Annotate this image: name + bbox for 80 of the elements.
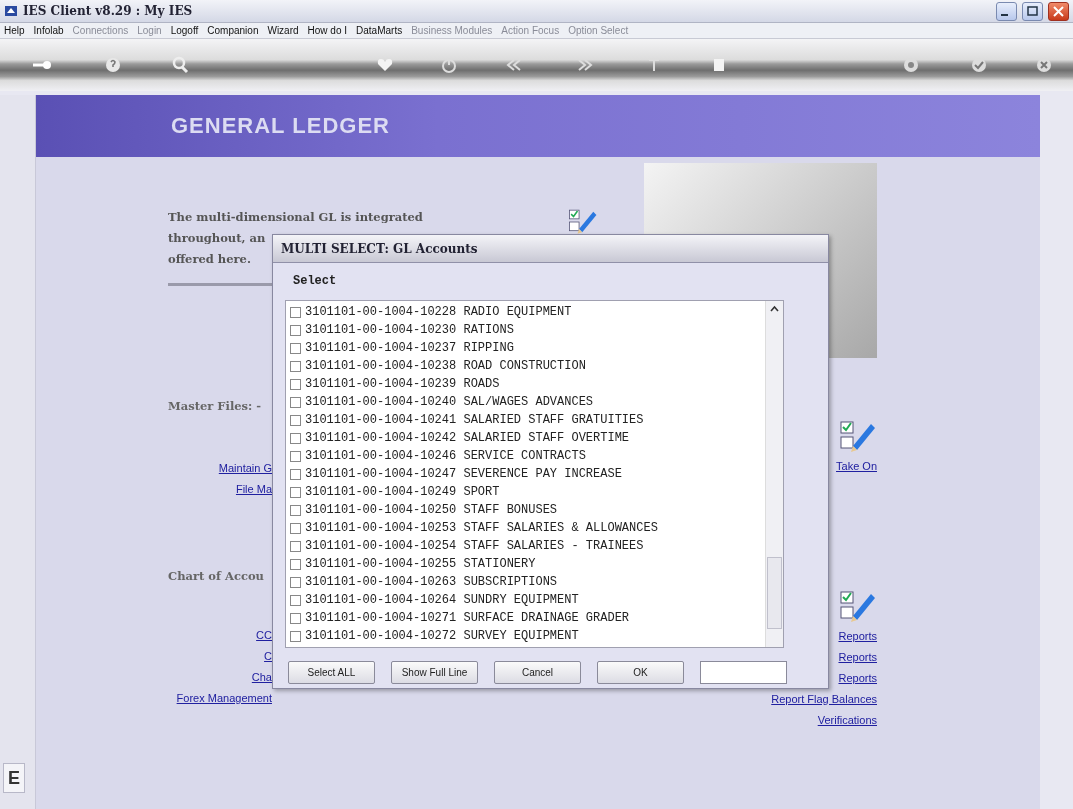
account-entry[interactable]: 3101101-00-1004-10272 SURVEY EQUIPMENT [305, 629, 579, 643]
checkbox[interactable] [290, 306, 301, 318]
input-field[interactable] [700, 661, 787, 684]
app-logo-icon [4, 4, 18, 18]
account-entry[interactable]: 3101101-00-1004-10238 ROAD CONSTRUCTION [305, 359, 586, 373]
account-entry[interactable]: 3101101-00-1004-10250 STAFF BONUSES [305, 503, 558, 517]
scroll-thumb[interactable] [767, 557, 782, 629]
dialog-button[interactable]: OK [597, 661, 684, 684]
page-heading: GENERAL LEDGER [171, 113, 390, 139]
checkbox[interactable] [290, 522, 301, 534]
menu-item[interactable]: Logoff [170, 25, 199, 36]
checkbox[interactable] [290, 324, 301, 336]
section-label: Master Files: - [168, 398, 263, 414]
help-icon[interactable] [103, 55, 123, 75]
account-entry[interactable]: 3101101-00-1004-10228 RADIO EQUIPMENT [305, 305, 572, 319]
dialog-button[interactable]: Select ALL [288, 661, 375, 684]
checkbox[interactable] [290, 378, 301, 390]
search-icon[interactable] [170, 55, 190, 75]
checkbox[interactable] [290, 504, 301, 516]
checkbox[interactable] [290, 486, 301, 498]
account-entry[interactable]: 3101101-00-1004-10240 SAL/WAGES ADVANCES [305, 395, 594, 409]
page-link[interactable]: Reports [838, 647, 877, 668]
page-link[interactable]: Reports [838, 668, 877, 689]
page-link[interactable]: Reports [838, 626, 877, 647]
menu-item[interactable]: DataMarts [356, 25, 403, 36]
menu-item[interactable]: Help [4, 25, 25, 36]
menu-item[interactable]: How do I [307, 25, 348, 36]
account-entry[interactable]: 3101101-00-1004-10263 SUBSCRIPTIONS [305, 575, 558, 589]
window-title: IES Client v8.29 : My IES [23, 4, 193, 18]
checkbox[interactable] [290, 414, 301, 426]
account-entry[interactable]: 3101101-00-1004-10242 SALARIED STAFF OVERTIME [305, 431, 630, 445]
page-link[interactable]: Cha [251, 667, 272, 688]
page-link[interactable]: Take On [836, 456, 877, 477]
minimize-icon[interactable] [996, 1, 1017, 21]
account-entry[interactable]: 3101101-00-1004-10255 STATIONERY [305, 557, 536, 571]
account-entry[interactable]: 3101101-00-1004-10247 SEVERENCE PAY INCREASE [305, 467, 622, 481]
checkbox[interactable] [290, 558, 301, 570]
dialog-button[interactable]: Cancel [494, 661, 581, 684]
account-entry[interactable]: 3101101-00-1004-10246 SERVICE CONTRACTS [305, 449, 586, 463]
checkbox[interactable] [290, 630, 301, 642]
checkbox[interactable] [290, 342, 301, 354]
intro-text-line: The multi-dimensional GL is integrated [168, 209, 423, 226]
account-entry[interactable]: 3101101-00-1004-10239 ROADS [305, 377, 500, 391]
section-label: Chart of Accou [168, 568, 265, 584]
checkbox[interactable] [290, 450, 301, 462]
maximize-icon[interactable] [1022, 1, 1043, 21]
intro-text-line: offered here. [168, 251, 251, 268]
checkbox[interactable] [290, 432, 301, 444]
dialog-button[interactable]: Show Full Line [391, 661, 478, 684]
account-entry[interactable]: 3101101-00-1004-10264 SUNDRY EQUIPMENT [305, 593, 579, 607]
page-link[interactable]: CC [256, 625, 272, 646]
account-entry[interactable]: 3101101-00-1004-10237 RIPPING [305, 341, 514, 355]
account-entry[interactable]: 3101101-00-1004-10249 SPORT [305, 485, 500, 499]
checkbox[interactable] [290, 360, 301, 372]
menu-item[interactable]: Infolab [33, 25, 64, 36]
page-link[interactable]: Report Flag Balances [771, 689, 877, 710]
side-tab[interactable]: E [3, 763, 25, 793]
select-prompt: Select [292, 273, 338, 290]
checkbox[interactable] [290, 540, 301, 552]
intro-text-line: throughout, an [168, 230, 266, 247]
account-entry[interactable]: 3101101-00-1004-10230 RATIONS [305, 323, 514, 337]
account-entry[interactable]: 3101101-00-1004-10254 STAFF SALARIES - TRAINEES [305, 539, 644, 553]
dialog-title: MULTI SELECT: GL Accounts [281, 241, 478, 256]
page-link[interactable]: Verifications [817, 710, 877, 731]
page-link[interactable]: Forex Management [176, 688, 272, 709]
checkbox[interactable] [290, 396, 301, 408]
checkbox[interactable] [290, 594, 301, 606]
checkbox[interactable] [290, 576, 301, 588]
account-entry[interactable]: 3101101-00-1004-10253 STAFF SALARIES & ALLOWANCES [305, 521, 658, 535]
checkbox[interactable] [290, 468, 301, 480]
menu-item[interactable]: Wizard [267, 25, 299, 36]
close-icon[interactable] [1048, 1, 1069, 21]
account-entry[interactable]: 3101101-00-1004-10271 SURFACE DRAINAGE GRADER [305, 611, 630, 625]
scrollbar[interactable] [765, 301, 783, 647]
page-link[interactable]: File Ma [235, 479, 272, 500]
page-link[interactable]: C [264, 646, 272, 667]
checkbox[interactable] [290, 612, 301, 624]
page-link[interactable]: Maintain G [218, 458, 272, 479]
account-entry[interactable]: 3101101-00-1004-10241 SALARIED STAFF GRATUITIES [305, 413, 644, 427]
menu-item[interactable]: Companion [207, 25, 259, 36]
